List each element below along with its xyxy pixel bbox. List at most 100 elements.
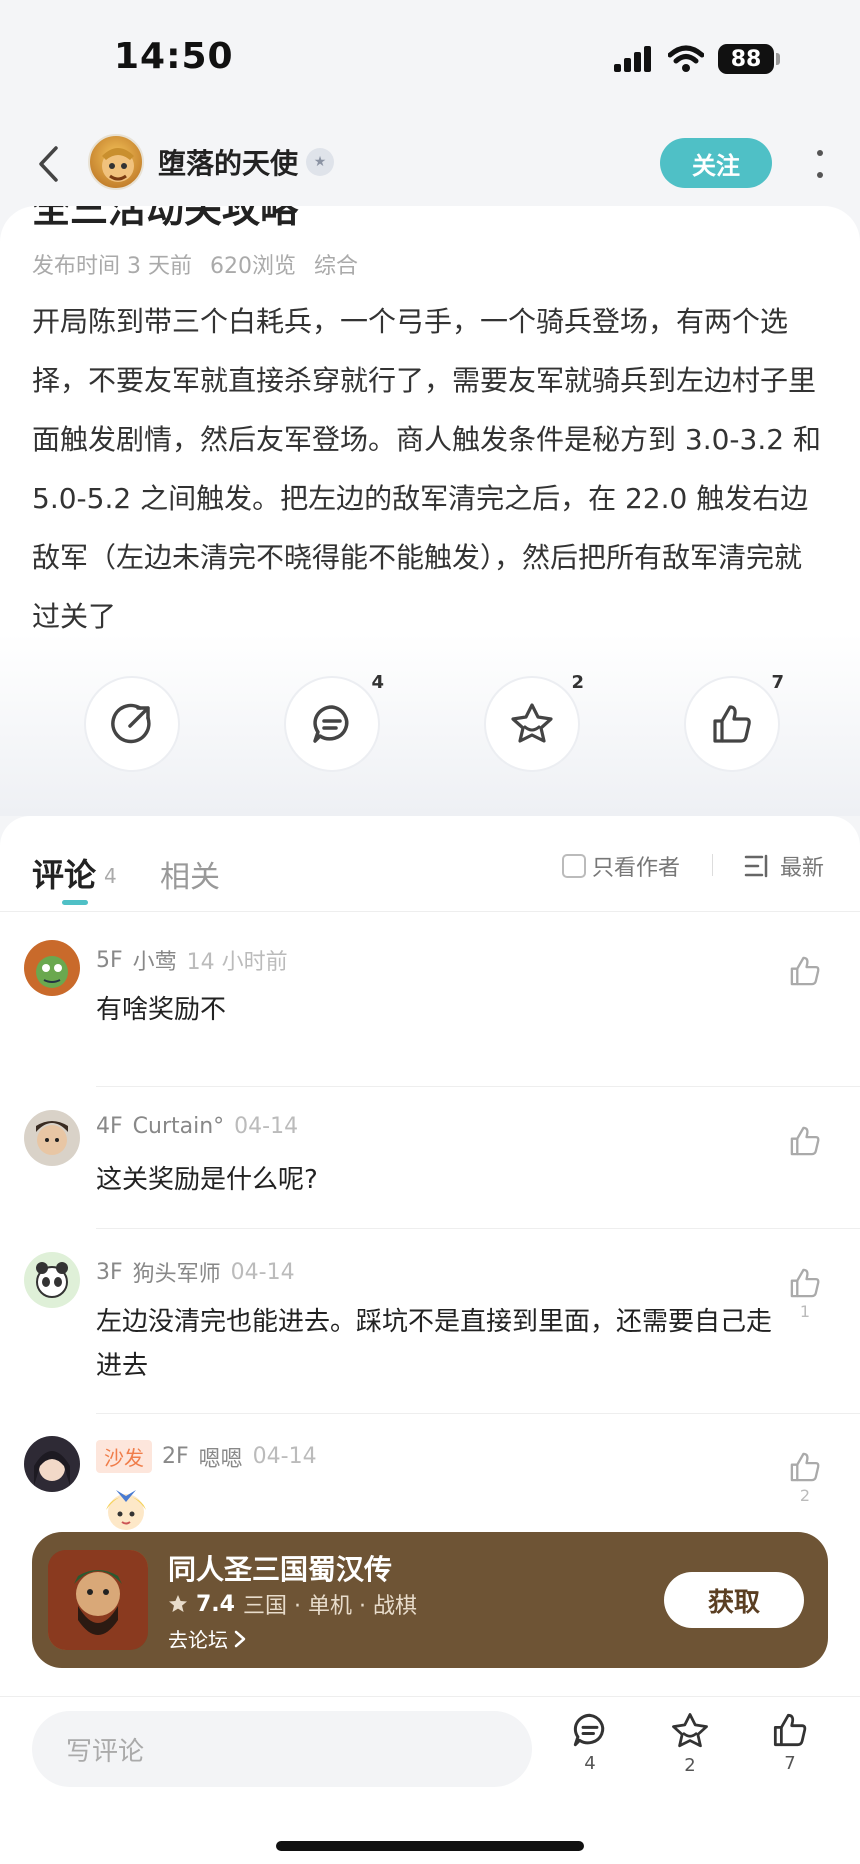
star-icon [511,703,553,743]
comment-icon [573,1713,605,1747]
more-options-button[interactable] [808,144,832,184]
comment-user[interactable]: 狗头军师 [133,1256,221,1288]
game-meta: 7.4 三国 · 单机 · 战棋 [168,1588,417,1620]
comment-floor: 3F [96,1259,123,1285]
go-to-forum-link[interactable]: 去论坛 [168,1624,246,1653]
comment-item: 5F 小莺 14 小时前 有啥奖励不 [0,940,860,1080]
like-action-button[interactable]: 7 [684,672,784,772]
sort-icon [744,854,768,878]
comment-time: 04-14 [234,1114,299,1139]
status-icons: 88 [614,44,780,74]
tab-comments-count: 4 [104,864,117,888]
article-card: 全三活动关攻略 发布时间 3 天前 620浏览 综合 开局陈到带三个白耗兵，一个… [0,206,860,816]
author-name[interactable]: 堕落的天使 [158,142,298,182]
comment-divider [96,1413,860,1414]
active-tab-indicator [62,900,88,905]
commenter-avatar[interactable] [24,940,80,996]
bottom-favorite-button[interactable]: 2 [660,1711,720,1776]
comment-head: 沙发 2F 嗯嗯 04-14 [96,1440,317,1473]
star-icon [169,1595,187,1612]
thumbs-up-icon [790,1126,820,1156]
bottom-like-count: 7 [784,1753,796,1774]
thumbs-up-icon [790,1452,820,1482]
home-indicator [276,1841,584,1851]
game-score: 7.4 [196,1591,235,1617]
more-dot-icon [817,150,823,156]
sticker-image [106,1490,146,1530]
comment-user[interactable]: 嗯嗯 [199,1441,243,1473]
comment-like-button[interactable] [780,1124,830,1160]
comment-like-count: 1 [799,1302,811,1321]
back-button[interactable] [28,142,68,186]
more-dot-icon [817,172,823,178]
comment-like-button[interactable] [780,954,830,990]
comment-text: 左边没清完也能进去。踩坑不是直接到里面，还需要自己走进去 [96,1307,773,1381]
battery-indicator: 88 [718,44,780,74]
article-title: 全三活动关攻略 [32,206,299,231]
comment-item: 4F Curtain° 04-14 这关奖励是什么呢? [0,1110,860,1250]
thumbs-up-icon [790,1268,820,1298]
article-meta: 发布时间 3 天前 620浏览 综合 [32,248,358,280]
tab-divider [712,854,713,876]
favorite-action-button[interactable]: 2 [484,672,584,772]
comment-icon [313,705,349,743]
status-time: 14:50 [114,36,234,77]
comment-head: 5F 小莺 14 小时前 [96,944,288,976]
status-bar: 14:50 88 [0,0,860,120]
tab-related[interactable]: 相关 [160,852,220,896]
avatar-image [24,1110,80,1166]
article-actions: 4 2 7 [0,672,860,786]
top-nav: 堕落的天使 ★ 关注 [0,124,860,204]
article-body: 开局陈到带三个白耗兵，一个弓手，一个骑兵登场，有两个选择，不要友军就直接杀穿就行… [32,305,821,633]
comment-like-button[interactable]: 1 [780,1266,830,1321]
comment-floor: 4F [96,1114,123,1139]
article-category: 综合 [313,254,358,279]
avatar-image [24,940,80,996]
comment-user[interactable]: 小莺 [133,944,177,976]
like-action-count: 7 [771,672,784,693]
forum-link-label: 去论坛 [168,1628,228,1652]
author-avatar-image [102,148,134,182]
comment-floor: 2F [162,1444,189,1469]
comment-time: 04-14 [230,1259,295,1285]
thumbs-up-icon [790,956,820,986]
bottom-bar: 写评论 4 2 7 [0,1696,860,1864]
comment-floor: 5F [96,947,123,973]
bottom-like-button[interactable]: 7 [760,1711,820,1774]
commenter-avatar[interactable] [24,1436,80,1492]
sort-label: 最新 [780,856,825,881]
follow-button[interactable]: 关注 [660,138,772,188]
game-promo-banner[interactable]: 同人圣三国蜀汉传 7.4 三国 · 单机 · 战棋 去论坛 获取 [32,1532,828,1668]
comment-divider [96,1228,860,1229]
comment-user[interactable]: Curtain° [133,1114,225,1139]
comment-action-button[interactable]: 4 [284,672,384,772]
view-count: 620浏览 [209,254,296,279]
only-author-toggle[interactable]: 只看作者 [562,850,680,882]
author-avatar[interactable] [88,134,144,190]
comment-head: 4F Curtain° 04-14 [96,1114,298,1139]
get-game-button[interactable]: 获取 [664,1572,804,1628]
commenter-avatar[interactable] [24,1110,80,1166]
only-author-label: 只看作者 [592,856,681,881]
only-author-checkbox[interactable] [562,854,586,878]
bottom-favorite-count: 2 [684,1755,696,1776]
star-icon [672,1713,708,1748]
game-tags: 三国 · 单机 · 战棋 [242,1594,417,1619]
comment-text: 这关奖励是什么呢? [96,1165,318,1195]
sticker-emoji [96,1480,156,1540]
share-icon [111,703,151,744]
write-comment-input[interactable]: 写评论 [32,1711,532,1787]
favorite-action-count: 2 [571,672,584,693]
share-button[interactable] [84,676,180,772]
commenter-avatar[interactable] [24,1252,80,1308]
thumbs-up-icon [773,1713,807,1747]
comment-like-button[interactable]: 2 [780,1450,830,1505]
game-title: 同人圣三国蜀汉传 [168,1553,393,1586]
comment-time: 04-14 [252,1444,317,1469]
comment-time: 14 小时前 [186,950,288,975]
comment-tabs: 评论 4 相关 只看作者 最新 [0,816,860,912]
bottom-comment-button[interactable]: 4 [560,1711,620,1774]
tab-comments[interactable]: 评论 [32,850,96,896]
comment-item: 3F 狗头军师 04-14 左边没清完也能进去。踩坑不是直接到里面，还需要自己走… [0,1252,860,1422]
sort-button[interactable]: 最新 [744,850,824,882]
